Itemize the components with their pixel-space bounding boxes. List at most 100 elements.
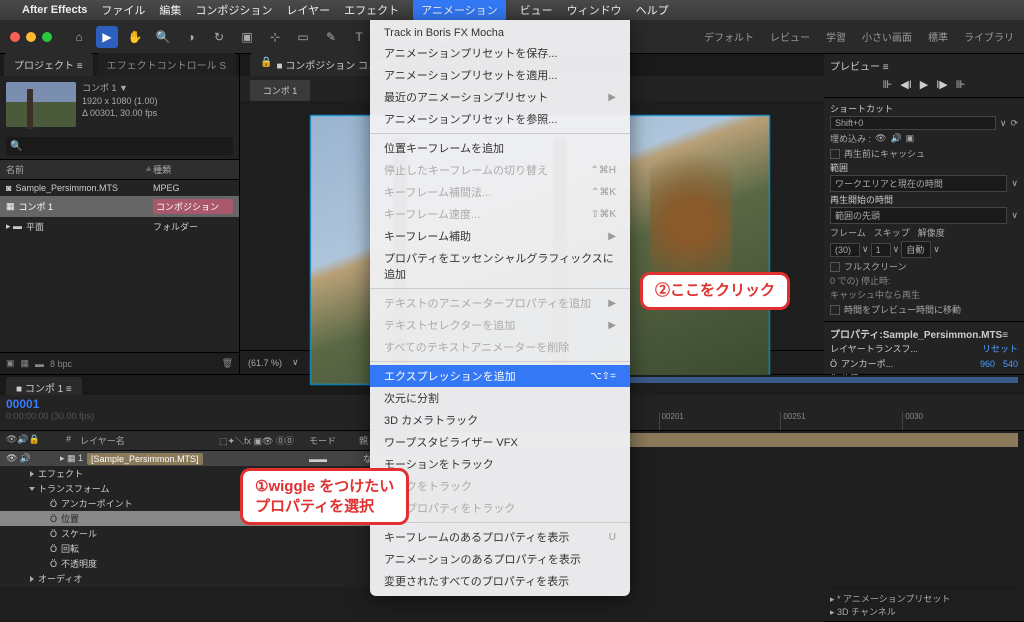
text-tool-icon[interactable]: T <box>348 26 370 48</box>
anchor-tool-icon[interactable]: ⊹ <box>264 26 286 48</box>
project-item-solids[interactable]: ▸ ▬平面 フォルダー <box>0 217 239 236</box>
menu-item[interactable]: 変更されたすべてのプロパティを表示 <box>370 570 630 592</box>
menu-item[interactable]: ワープスタビライザー VFX <box>370 431 630 453</box>
first-frame-icon[interactable]: ⊪ <box>883 78 893 91</box>
prop-rotation[interactable]: Ö 回転0x <box>0 541 415 556</box>
next-frame-icon[interactable]: I▶ <box>936 78 948 91</box>
home-icon[interactable]: ⌂ <box>68 26 90 48</box>
prev-frame-icon[interactable]: ◀I <box>900 78 912 91</box>
comp-thumbnail <box>6 82 76 127</box>
menu-file[interactable]: ファイル <box>101 2 145 18</box>
menu-effect[interactable]: エフェクト <box>344 2 399 18</box>
anchor-x[interactable]: 960 <box>976 359 999 369</box>
project-item-footage[interactable]: ◙Sample_Persimmon.MTS MPEG <box>0 180 239 196</box>
col-type[interactable]: 種類 <box>153 163 233 176</box>
audio-group[interactable]: オーディオ <box>0 571 415 586</box>
menu-window[interactable]: ウィンドウ <box>567 2 622 18</box>
comp-duration: Δ 00301, 30.00 fps <box>82 107 158 120</box>
blend-mode-select[interactable]: ▬▬ <box>309 454 359 464</box>
menu-item[interactable]: 最近のアニメーションプリセット▶ <box>370 86 630 108</box>
menu-item[interactable]: アニメーションのあるプロパティを表示 <box>370 548 630 570</box>
menu-item[interactable]: 3D カメラトラック <box>370 409 630 431</box>
prop-opacity[interactable]: Ö 不透明度100 <box>0 556 415 571</box>
annotation-1: ①wiggle をつけたい プロパティを選択 <box>240 468 409 525</box>
annotation-2: ②ここをクリック <box>640 272 790 310</box>
selection-tool-icon[interactable]: ▶ <box>96 26 118 48</box>
audio-icon[interactable]: 🔊 <box>890 133 901 144</box>
workspace-standard[interactable]: 標準 <box>928 29 948 44</box>
close-icon[interactable] <box>10 32 20 42</box>
project-footer: ▣ ▦ ▬ 8 bpc 🗑 <box>0 352 239 374</box>
menu-composition[interactable]: コンポジション <box>195 2 272 18</box>
timeline-tab[interactable]: ■ コンポ 1 ≡ <box>6 377 82 395</box>
menu-item[interactable]: エクスプレッションを追加⌥⇧= <box>370 365 630 387</box>
menu-help[interactable]: ヘルプ <box>636 2 669 18</box>
menu-item[interactable]: アニメーションプリセットを保存... <box>370 42 630 64</box>
menu-item[interactable]: アニメーションプリセットを適用... <box>370 64 630 86</box>
workspace-library[interactable]: ライブラリ <box>964 29 1014 44</box>
minimize-icon[interactable] <box>26 32 36 42</box>
current-timecode[interactable]: 00001 <box>6 397 39 411</box>
menu-edit[interactable]: 編集 <box>159 2 181 18</box>
menu-item[interactable]: キーフレームのあるプロパティを表示U <box>370 526 630 548</box>
col-layername[interactable]: レイヤー名 <box>80 434 219 447</box>
menu-item[interactable]: アニメーションプリセットを参照... <box>370 108 630 130</box>
playfrom-select[interactable]: 範囲の先頭 <box>830 207 1007 224</box>
fullscreen-checkbox[interactable] <box>830 262 840 272</box>
menu-item[interactable]: 位置キーフレームを追加 <box>370 137 630 159</box>
pen-tool-icon[interactable]: ✎ <box>320 26 342 48</box>
menu-item[interactable]: Track in Boris FX Mocha <box>370 24 630 42</box>
project-search-input[interactable]: 🔍 <box>6 137 233 155</box>
comp-name[interactable]: コンポ 1 ▼ <box>82 82 158 95</box>
trash-icon[interactable]: 🗑 <box>222 358 233 369</box>
anchor-y[interactable]: 540 <box>1003 359 1018 369</box>
new-comp-icon[interactable]: ▦ <box>21 358 30 369</box>
lock-icon[interactable]: 🔒 <box>260 57 272 72</box>
timeline-layer-1[interactable]: 👁 🔊 ▸ ▦ 1 [Sample_Persimmon.MTS] ▬▬ なし ∨ <box>0 451 415 466</box>
stopwatch-icon[interactable]: Ö <box>830 359 837 369</box>
loop-icon[interactable]: ⟳ <box>1010 118 1018 129</box>
col-name[interactable]: 名前 <box>6 163 144 176</box>
prop-scale[interactable]: Ö スケール∞ <box>0 526 415 541</box>
menu-view[interactable]: ビュー <box>520 2 553 18</box>
workspace-default[interactable]: デフォルト <box>704 29 754 44</box>
frame-rate-select[interactable]: (30) <box>830 243 860 257</box>
resolution-select[interactable]: 自動 <box>901 241 931 258</box>
rotate-tool-icon[interactable]: ↻ <box>208 26 230 48</box>
cache-checkbox[interactable] <box>830 149 840 159</box>
project-tab[interactable]: プロジェクト ≡ <box>4 53 93 76</box>
menu-animation[interactable]: アニメーション <box>413 0 506 20</box>
reset-button[interactable]: リセット <box>982 342 1018 355</box>
new-folder-icon[interactable]: ▬ <box>35 359 44 369</box>
movetime-checkbox[interactable] <box>830 305 840 315</box>
effect-controls-tab[interactable]: エフェクトコントロール S <box>97 53 236 76</box>
macos-menubar: After Effects ファイル 編集 コンポジション レイヤー エフェクト… <box>0 0 1024 20</box>
app-name[interactable]: After Effects <box>22 4 87 16</box>
skip-select[interactable]: 1 <box>871 243 891 257</box>
shape-tool-icon[interactable]: ▭ <box>292 26 314 48</box>
camera-tool-icon[interactable]: ▣ <box>236 26 258 48</box>
overlay-icon[interactable]: ▣ <box>906 133 915 144</box>
new-bin-icon[interactable]: ▣ <box>6 358 15 369</box>
viewer-breadcrumb[interactable]: コンポ 1 <box>250 80 310 101</box>
project-item-comp[interactable]: ▦コンポ 1 コンポジション <box>0 196 239 217</box>
range-select[interactable]: ワークエリアと現在の時間 <box>830 175 1007 192</box>
menu-item[interactable]: モーションをトラック <box>370 453 630 475</box>
video-icon[interactable]: 👁 <box>875 133 886 144</box>
bpc-toggle[interactable]: 8 bpc <box>50 359 72 369</box>
workspace-review[interactable]: レビュー <box>770 29 810 44</box>
workspace-learn[interactable]: 学習 <box>826 29 846 44</box>
shortcut-select[interactable]: Shift+0 <box>830 116 996 130</box>
menu-item[interactable]: 次元に分割 <box>370 387 630 409</box>
zoom-tool-icon[interactable]: 🔍 <box>152 26 174 48</box>
menu-item[interactable]: キーフレーム補助▶ <box>370 225 630 247</box>
orbit-tool-icon[interactable]: ◑ <box>180 26 202 48</box>
hand-tool-icon[interactable]: ✋ <box>124 26 146 48</box>
zoom-icon[interactable] <box>42 32 52 42</box>
zoom-level[interactable]: (61.7 %) <box>248 358 282 368</box>
menu-layer[interactable]: レイヤー <box>286 2 330 18</box>
last-frame-icon[interactable]: ⊪ <box>956 78 966 91</box>
play-icon[interactable]: ▶ <box>920 78 928 91</box>
menu-item[interactable]: プロパティをエッセンシャルグラフィックスに追加 <box>370 247 630 285</box>
workspace-small[interactable]: 小さい画面 <box>862 29 912 44</box>
